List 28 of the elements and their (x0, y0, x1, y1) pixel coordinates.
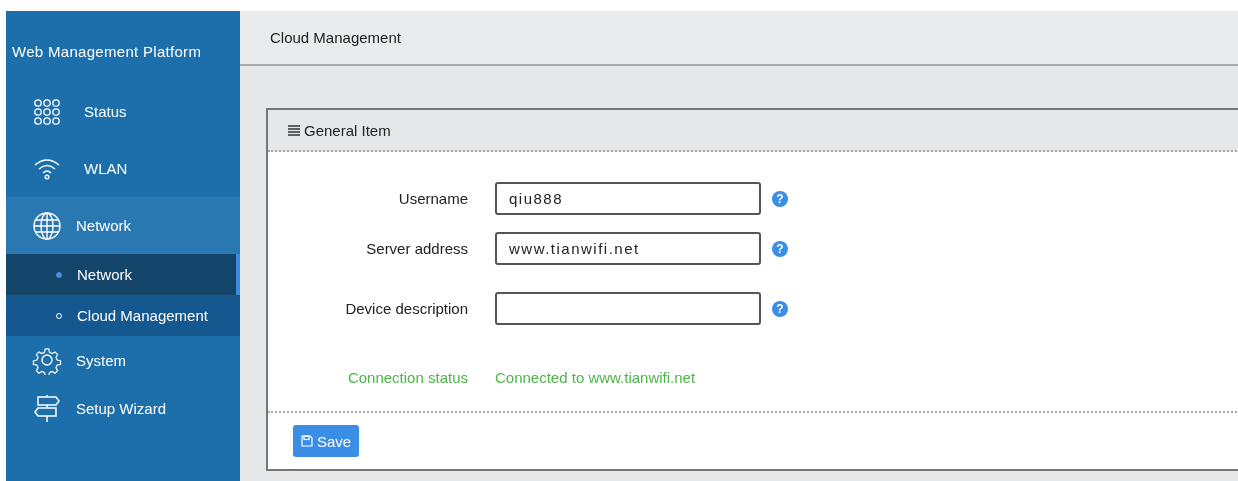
help-icon[interactable]: ? (772, 240, 788, 257)
field-label: Device description (344, 300, 468, 318)
input-field[interactable]: www.tianwifi.net (495, 232, 761, 266)
field-label: Username (397, 190, 468, 208)
dots-grid-icon (32, 96, 62, 127)
input-field[interactable] (495, 292, 761, 326)
save-button[interactable]: Save (293, 425, 360, 458)
gear-icon (32, 345, 62, 375)
sidebar-item[interactable]: WLAN (6, 140, 240, 197)
sidebar-item[interactable]: Status (6, 83, 240, 140)
sidebar-item[interactable]: System (6, 336, 240, 384)
input-field[interactable]: qiu888 (495, 182, 761, 216)
panel-title: General Item (304, 121, 391, 139)
platform-title: Web Management Platform (11, 42, 203, 62)
globe-icon (32, 210, 62, 241)
submenu-item[interactable]: Network (6, 254, 240, 295)
help-icon[interactable]: ? (772, 190, 788, 207)
status-value: Connected to www.tianwifi.net (495, 369, 696, 387)
floppy-icon (301, 435, 313, 448)
submenu-item[interactable]: Cloud Management (6, 295, 240, 336)
signpost-icon (32, 393, 62, 423)
sidebar-item[interactable]: Network (6, 197, 240, 254)
status-label: Connection status (346, 369, 468, 387)
page-title: Cloud Management (270, 29, 401, 46)
sidebar-item[interactable]: Setup Wizard (6, 384, 240, 432)
field-label: Server address (365, 240, 468, 258)
help-icon[interactable]: ? (772, 300, 788, 317)
list-icon (288, 124, 300, 136)
